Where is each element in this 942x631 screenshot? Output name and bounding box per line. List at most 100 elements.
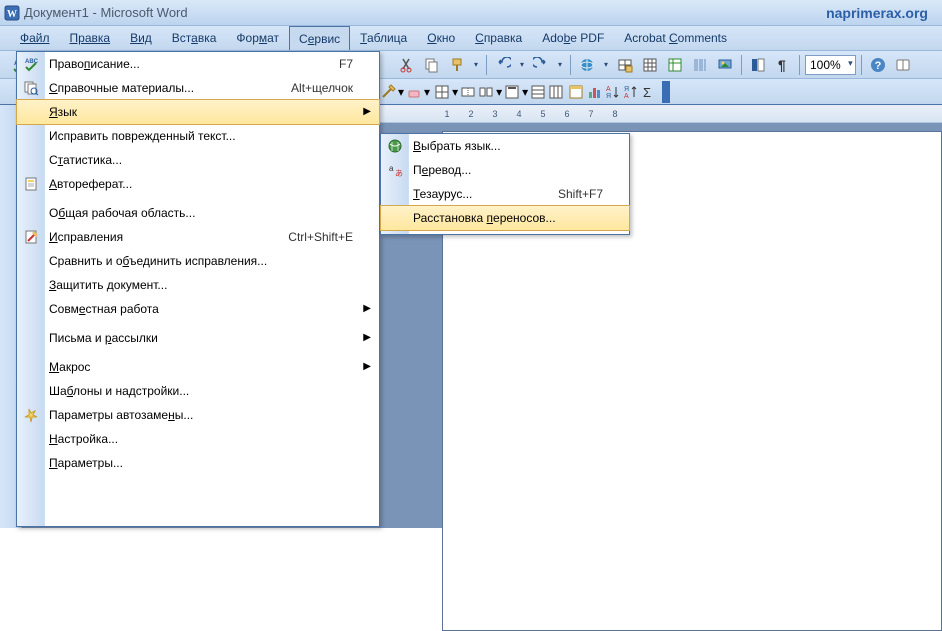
svg-text:?: ? [874,60,881,72]
menu-item-spelling[interactable]: ABC Правописание... F7 [17,52,379,76]
insert-table-icon[interactable] [434,84,450,100]
menu-acrobat[interactable]: Acrobat Comments [614,26,737,50]
insert-table-icon[interactable] [639,54,661,76]
menu-item-set-language[interactable]: Выбрать язык... [381,134,629,158]
ruler-mark: 8 [610,109,620,119]
track-changes-icon [22,228,40,246]
menu-item-track-changes[interactable]: Исправления Ctrl+Shift+E [17,225,379,249]
toolbar-separator [741,55,742,75]
dropdown-arrow-icon[interactable]: ▾ [424,85,430,99]
svg-text:А: А [606,86,611,93]
language-submenu: Выбрать язык... aあ Перевод... Тезаурус..… [380,133,630,235]
window-title: Документ1 - Microsoft Word [24,5,188,20]
ruler-mark: 3 [490,109,500,119]
distribute-rows-icon[interactable] [530,84,546,100]
ruler-mark: 2 [466,109,476,119]
dropdown-arrow-icon[interactable]: ▾ [452,85,458,99]
svg-text:Я: Я [624,86,629,93]
menu-item-options[interactable]: Параметры... [17,451,379,475]
redo-icon[interactable] [530,54,552,76]
menu-item-macro[interactable]: Макрос ▶ [17,355,379,379]
menu-item-hyphenation[interactable]: Расстановка переносов... [380,205,630,231]
svg-text:¶: ¶ [778,57,786,73]
dropdown-arrow-icon[interactable]: ▾ [496,85,502,99]
dropdown-arrow-icon[interactable]: ▾ [601,54,611,76]
submenu-arrow-icon: ▶ [363,361,371,372]
menu-table[interactable]: Таблица [350,26,417,50]
spellcheck-icon: ABC [22,55,40,73]
submenu-arrow-icon: ▶ [363,332,371,343]
drawing-icon[interactable] [714,54,736,76]
distribute-cols-icon[interactable] [548,84,564,100]
menu-insert[interactable]: Вставка [162,26,227,50]
ruler-mark: 4 [514,109,524,119]
cut-icon[interactable] [396,54,418,76]
align-top-icon[interactable] [504,84,520,100]
menu-item-shared-workspace[interactable]: Общая рабочая область... [17,201,379,225]
menu-bar: Файл Правка Вид Вставка Формат Сервис Та… [0,26,942,51]
menu-file[interactable]: Файл [10,26,60,50]
menu-item-fix-text[interactable]: Исправить поврежденный текст... [17,124,379,148]
menu-item-language[interactable]: Язык ▶ [16,99,380,125]
columns-icon[interactable] [689,54,711,76]
document-map-icon[interactable] [747,54,769,76]
format-painter-icon[interactable] [446,54,468,76]
menu-window[interactable]: Окно [417,26,465,50]
dropdown-arrow-icon[interactable]: ▾ [517,54,527,76]
translate-icon: aあ [386,161,404,179]
hyperlink-icon[interactable] [576,54,598,76]
copy-icon[interactable] [421,54,443,76]
menu-item-mail[interactable]: Письма и рассылки ▶ [17,326,379,350]
split-cells-icon[interactable] [478,84,494,100]
dropdown-arrow-icon[interactable]: ▾ [471,54,481,76]
menu-item-autosummarize[interactable]: Автореферат... [17,172,379,196]
show-formatting-icon[interactable]: ¶ [772,54,794,76]
menu-item-translate[interactable]: aあ Перевод... [381,158,629,182]
menu-edit[interactable]: Правка [60,26,121,50]
merge-cells-icon[interactable] [460,84,476,100]
menu-item-autocorrect[interactable]: Параметры автозамены... [17,403,379,427]
autoformat-icon[interactable] [568,84,584,100]
dropdown-arrow-icon[interactable]: ▾ [555,54,565,76]
tools-menu-dropdown: ABC Правописание... F7 Справочные матери… [16,51,380,527]
undo-icon[interactable] [492,54,514,76]
help-icon[interactable]: ? [867,54,889,76]
draw-table-icon[interactable] [380,84,396,100]
svg-text:あ: あ [395,169,403,178]
eraser-icon[interactable] [406,84,422,100]
toolbar-separator [799,55,800,75]
ruler-mark: 5 [538,109,548,119]
menu-format[interactable]: Формат [226,26,289,50]
menu-help[interactable]: Справка [465,26,532,50]
sort-desc-icon[interactable]: ЯА [622,84,638,100]
read-mode-icon[interactable] [892,54,914,76]
autosum-icon[interactable]: Σ [640,84,656,100]
zoom-combobox[interactable]: 100% [805,55,856,75]
menu-item-compare[interactable]: Сравнить и объединить исправления... [17,249,379,273]
research-icon [22,79,40,97]
word-app-icon: W [4,5,20,21]
menu-item-thesaurus[interactable]: Тезаурус... Shift+F7 [381,182,629,206]
menu-item-protect[interactable]: Защитить документ... [17,273,379,297]
menu-adobe[interactable]: Adobe PDF [532,26,614,50]
set-language-icon [386,137,404,155]
menu-item-research[interactable]: Справочные материалы... Alt+щелчок [17,76,379,100]
toolbar-separator [486,55,487,75]
menu-item-customize[interactable]: Настройка... [17,427,379,451]
menu-item-collaboration[interactable]: Совместная работа ▶ [17,297,379,321]
menu-item-statistics[interactable]: Статистика... [17,148,379,172]
menu-item-templates[interactable]: Шаблоны и надстройки... [17,379,379,403]
shortcut-text: Ctrl+Shift+E [288,230,379,244]
shortcut-text: Alt+щелчок [291,81,379,95]
submenu-arrow-icon: ▶ [363,106,371,117]
svg-text:Σ: Σ [643,85,651,100]
dropdown-arrow-icon[interactable]: ▾ [398,85,404,99]
insert-worksheet-icon[interactable] [664,54,686,76]
sort-asc-icon[interactable]: АЯ [604,84,620,100]
chart-icon[interactable] [586,84,602,100]
menu-view[interactable]: Вид [120,26,162,50]
tables-borders-icon[interactable] [614,54,636,76]
dropdown-arrow-icon[interactable]: ▾ [522,85,528,99]
menu-tools[interactable]: Сервис [289,26,350,50]
svg-text:ABC: ABC [25,59,39,65]
